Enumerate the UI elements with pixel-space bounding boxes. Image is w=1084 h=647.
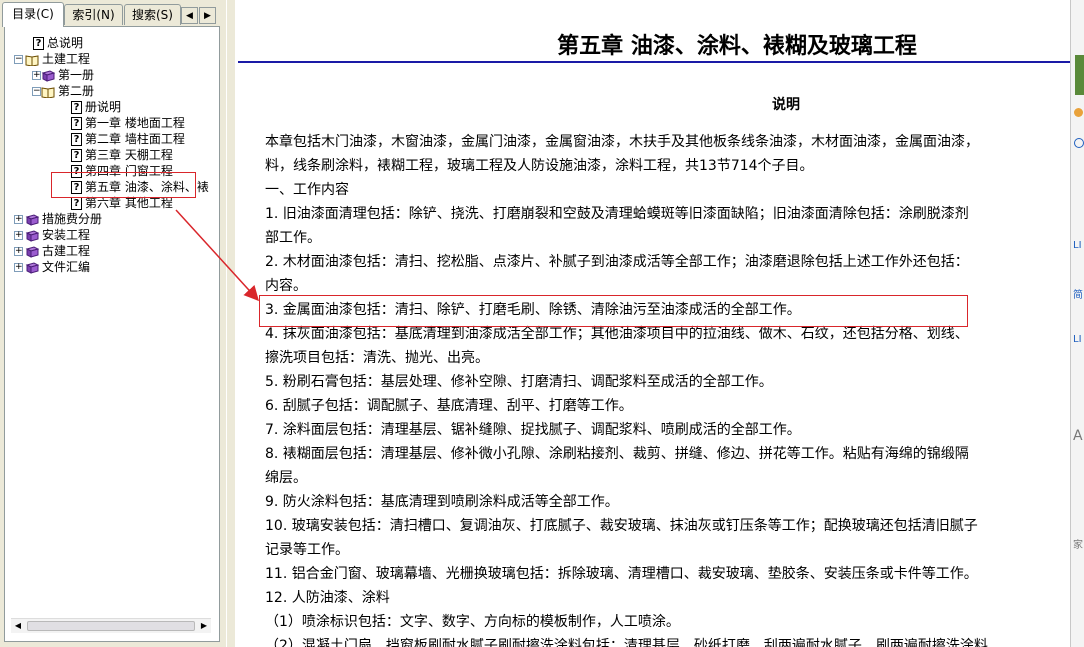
paragraph-line: 2. 木材面油漆包括：清扫、挖松脂、点漆片、补腻子到油漆成活等全部工作；油漆磨退… <box>265 254 969 270</box>
edge-text: 简 <box>1073 290 1083 301</box>
paragraph-line: 10. 玻璃安装包括：清扫槽口、复调油灰、打底腻子、裁安玻璃、抹油灰或钉压条等工… <box>265 518 978 534</box>
radio-icon[interactable] <box>1074 138 1084 148</box>
paragraph-line: 12. 人防油漆、涂料 <box>265 590 390 606</box>
tree-item[interactable]: ? 第三章 天棚工程 <box>71 147 173 163</box>
paragraph-line: 料，线条刷涂料，裱糊工程，玻璃工程及人防设施油漆，涂料工程，共13节714个子目… <box>265 158 814 174</box>
tree-item[interactable]: 第二册 <box>41 83 94 99</box>
edge-text: A <box>1073 428 1083 444</box>
paragraph-line: 绵层。 <box>265 470 307 486</box>
help-page-icon: ? <box>71 101 82 114</box>
tree-item-label: 第二册 <box>58 84 95 98</box>
tree-expander[interactable]: − <box>32 87 41 96</box>
help-page-icon: ? <box>71 149 82 162</box>
tree-item-label: 册说明 <box>85 100 122 114</box>
tree-expander[interactable]: + <box>14 247 23 256</box>
paragraph-line: 9. 防火涂料包括：基底清理到喷刷涂料成活等全部工作。 <box>265 494 619 510</box>
paragraph-line: 记录等工作。 <box>265 542 349 558</box>
tree-item[interactable]: ? 第二章 墙柱面工程 <box>71 131 185 147</box>
scrollbar-thumb[interactable] <box>27 621 195 631</box>
tree-item[interactable]: 文件汇编 <box>25 259 90 275</box>
tree-item-label: 第三章 天棚工程 <box>85 148 173 162</box>
paragraph-line: 8. 裱糊面层包括：清理基层、修补微小孔隙、涂刷粘接剂、裁剪、拼缝、修边、拼花等… <box>265 446 969 462</box>
paragraph-line: 6. 刮腻子包括：调配腻子、基底清理、刮平、打磨等工作。 <box>265 398 633 414</box>
tree-item-label: 古建工程 <box>42 244 91 258</box>
book-closed-icon <box>25 213 40 226</box>
tree-expander[interactable]: + <box>14 231 23 240</box>
help-page-icon: ? <box>71 133 82 146</box>
tree-item-label: 总说明 <box>47 36 84 50</box>
tree-item[interactable]: 安装工程 <box>25 227 90 243</box>
scroll-right-icon[interactable]: ▶ <box>197 619 211 633</box>
tree-item-label: 土建工程 <box>42 52 91 66</box>
adjacent-window-edge: LI 简 LI A 家 <box>1070 0 1084 647</box>
paragraph-line: （2）混凝土门扇、挡窗板刷耐水腻子刷耐擦洗涂料包括：清理基层、砂纸打磨、刮两遍耐… <box>265 638 988 647</box>
contents-tree-panel: ? 总说明 − 土建工程 + 第一册 − 第二册? 册说明? 第一章 楼地面工程? 第二章 墙柱面工… <box>4 26 220 642</box>
tab-contents[interactable]: 目录(C) <box>2 2 64 27</box>
scroll-left-icon[interactable]: ◀ <box>11 619 25 633</box>
tab-index[interactable]: 索引(N) <box>64 4 123 25</box>
arrow-right-icon: ▶ <box>204 11 211 21</box>
edge-text: LI <box>1073 240 1082 251</box>
contents-tree: ? 总说明 − 土建工程 + 第一册 − 第二册? 册说明? 第一章 楼地面工程? 第二章 墙柱面工… <box>11 35 211 645</box>
edge-text: LI <box>1073 334 1082 345</box>
tree-item-label: 第六章 其他工程 <box>85 196 173 210</box>
paragraph-line: 11. 铝合金门窗、玻璃幕墙、光栅换玻璃包括：拆除玻璃、清理槽口、裁安玻璃、垫胶… <box>265 566 978 582</box>
thumbnail-image <box>1075 55 1084 95</box>
title-divider <box>238 61 1070 63</box>
tree-item-label: 第一章 楼地面工程 <box>85 116 185 130</box>
tree-highlight-box <box>51 172 196 198</box>
navigation-pane: 目录(C) 索引(N) 搜索(S) ◀ ▶ ? 总说明 − 土建工程 + 第一册 − 第二册?… <box>0 0 226 647</box>
tree-item-label: 安装工程 <box>42 228 91 242</box>
tab-search[interactable]: 搜索(S) <box>124 4 181 25</box>
tree-item[interactable]: 古建工程 <box>25 243 90 259</box>
tree-item-label: 措施费分册 <box>42 212 103 226</box>
edge-text: 家 <box>1073 540 1083 551</box>
status-icon <box>1074 108 1083 117</box>
tree-item-label: 第二章 墙柱面工程 <box>85 132 185 146</box>
paragraph-line: 一、工作内容 <box>265 182 349 198</box>
tree-expander[interactable]: + <box>14 215 23 224</box>
paragraph-line: 7. 涂料面层包括：清理基层、锯补缝隙、捉找腻子、调配浆料、喷刷成活的全部工作。 <box>265 422 801 438</box>
paragraph-line: 擦洗项目包括：清洗、抛光、出亮。 <box>265 350 489 366</box>
tab-scroll-right-button[interactable]: ▶ <box>199 7 216 24</box>
book-closed-icon <box>41 69 56 82</box>
paragraph-line: （1）喷涂标识包括：文字、数字、方向标的模板制作，人工喷涂。 <box>265 614 680 630</box>
book-open-icon <box>41 86 55 99</box>
tree-item[interactable]: ? 册说明 <box>71 99 121 115</box>
tree-expander[interactable]: + <box>14 263 23 272</box>
tree-item[interactable]: ? 第一章 楼地面工程 <box>71 115 185 131</box>
tree-item[interactable]: 土建工程 <box>25 51 90 67</box>
tree-expander[interactable]: − <box>14 55 23 64</box>
paragraph-line: 本章包括木门油漆，木窗油漆，金属门油漆，金属窗油漆，木扶手及其他板条线条油漆，木… <box>265 134 979 150</box>
book-closed-icon <box>25 229 40 242</box>
help-page-icon: ? <box>71 117 82 130</box>
chapter-title: 第五章 油漆、涂料、裱糊及玻璃工程 <box>557 33 917 59</box>
paragraph-line: 5. 粉刷石膏包括：基层处理、修补空隙、打磨清扫、调配浆料至成活的全部工作。 <box>265 374 773 390</box>
tree-item[interactable]: 第一册 <box>41 67 94 83</box>
tree-item-label: 第一册 <box>58 68 95 82</box>
tab-scroll-left-button[interactable]: ◀ <box>181 7 198 24</box>
paragraph-line: 1. 旧油漆面清理包括：除铲、挠洗、打磨崩裂和空鼓及清理蛤蟆斑等旧漆面缺陷；旧油… <box>265 206 969 222</box>
help-page-icon: ? <box>33 37 44 50</box>
tree-item[interactable]: ? 总说明 <box>33 35 83 51</box>
tree-item[interactable]: 措施费分册 <box>25 211 102 227</box>
arrow-left-icon: ◀ <box>186 11 193 21</box>
tree-item-label: 文件汇编 <box>42 260 91 274</box>
nav-tabs: 目录(C) 索引(N) 搜索(S) ◀ ▶ <box>0 2 226 27</box>
help-page-icon: ? <box>71 197 82 210</box>
book-open-icon <box>25 54 39 67</box>
tree-expander[interactable]: + <box>32 71 41 80</box>
paragraph-line: 部工作。 <box>265 230 321 246</box>
book-closed-icon <box>25 245 40 258</box>
pane-splitter[interactable] <box>226 0 235 647</box>
section-title: 说明 <box>772 97 800 113</box>
tree-horizontal-scrollbar[interactable]: ◀ ▶ <box>11 618 211 633</box>
paragraph-highlight-box <box>259 295 968 327</box>
book-closed-icon <box>25 261 40 274</box>
